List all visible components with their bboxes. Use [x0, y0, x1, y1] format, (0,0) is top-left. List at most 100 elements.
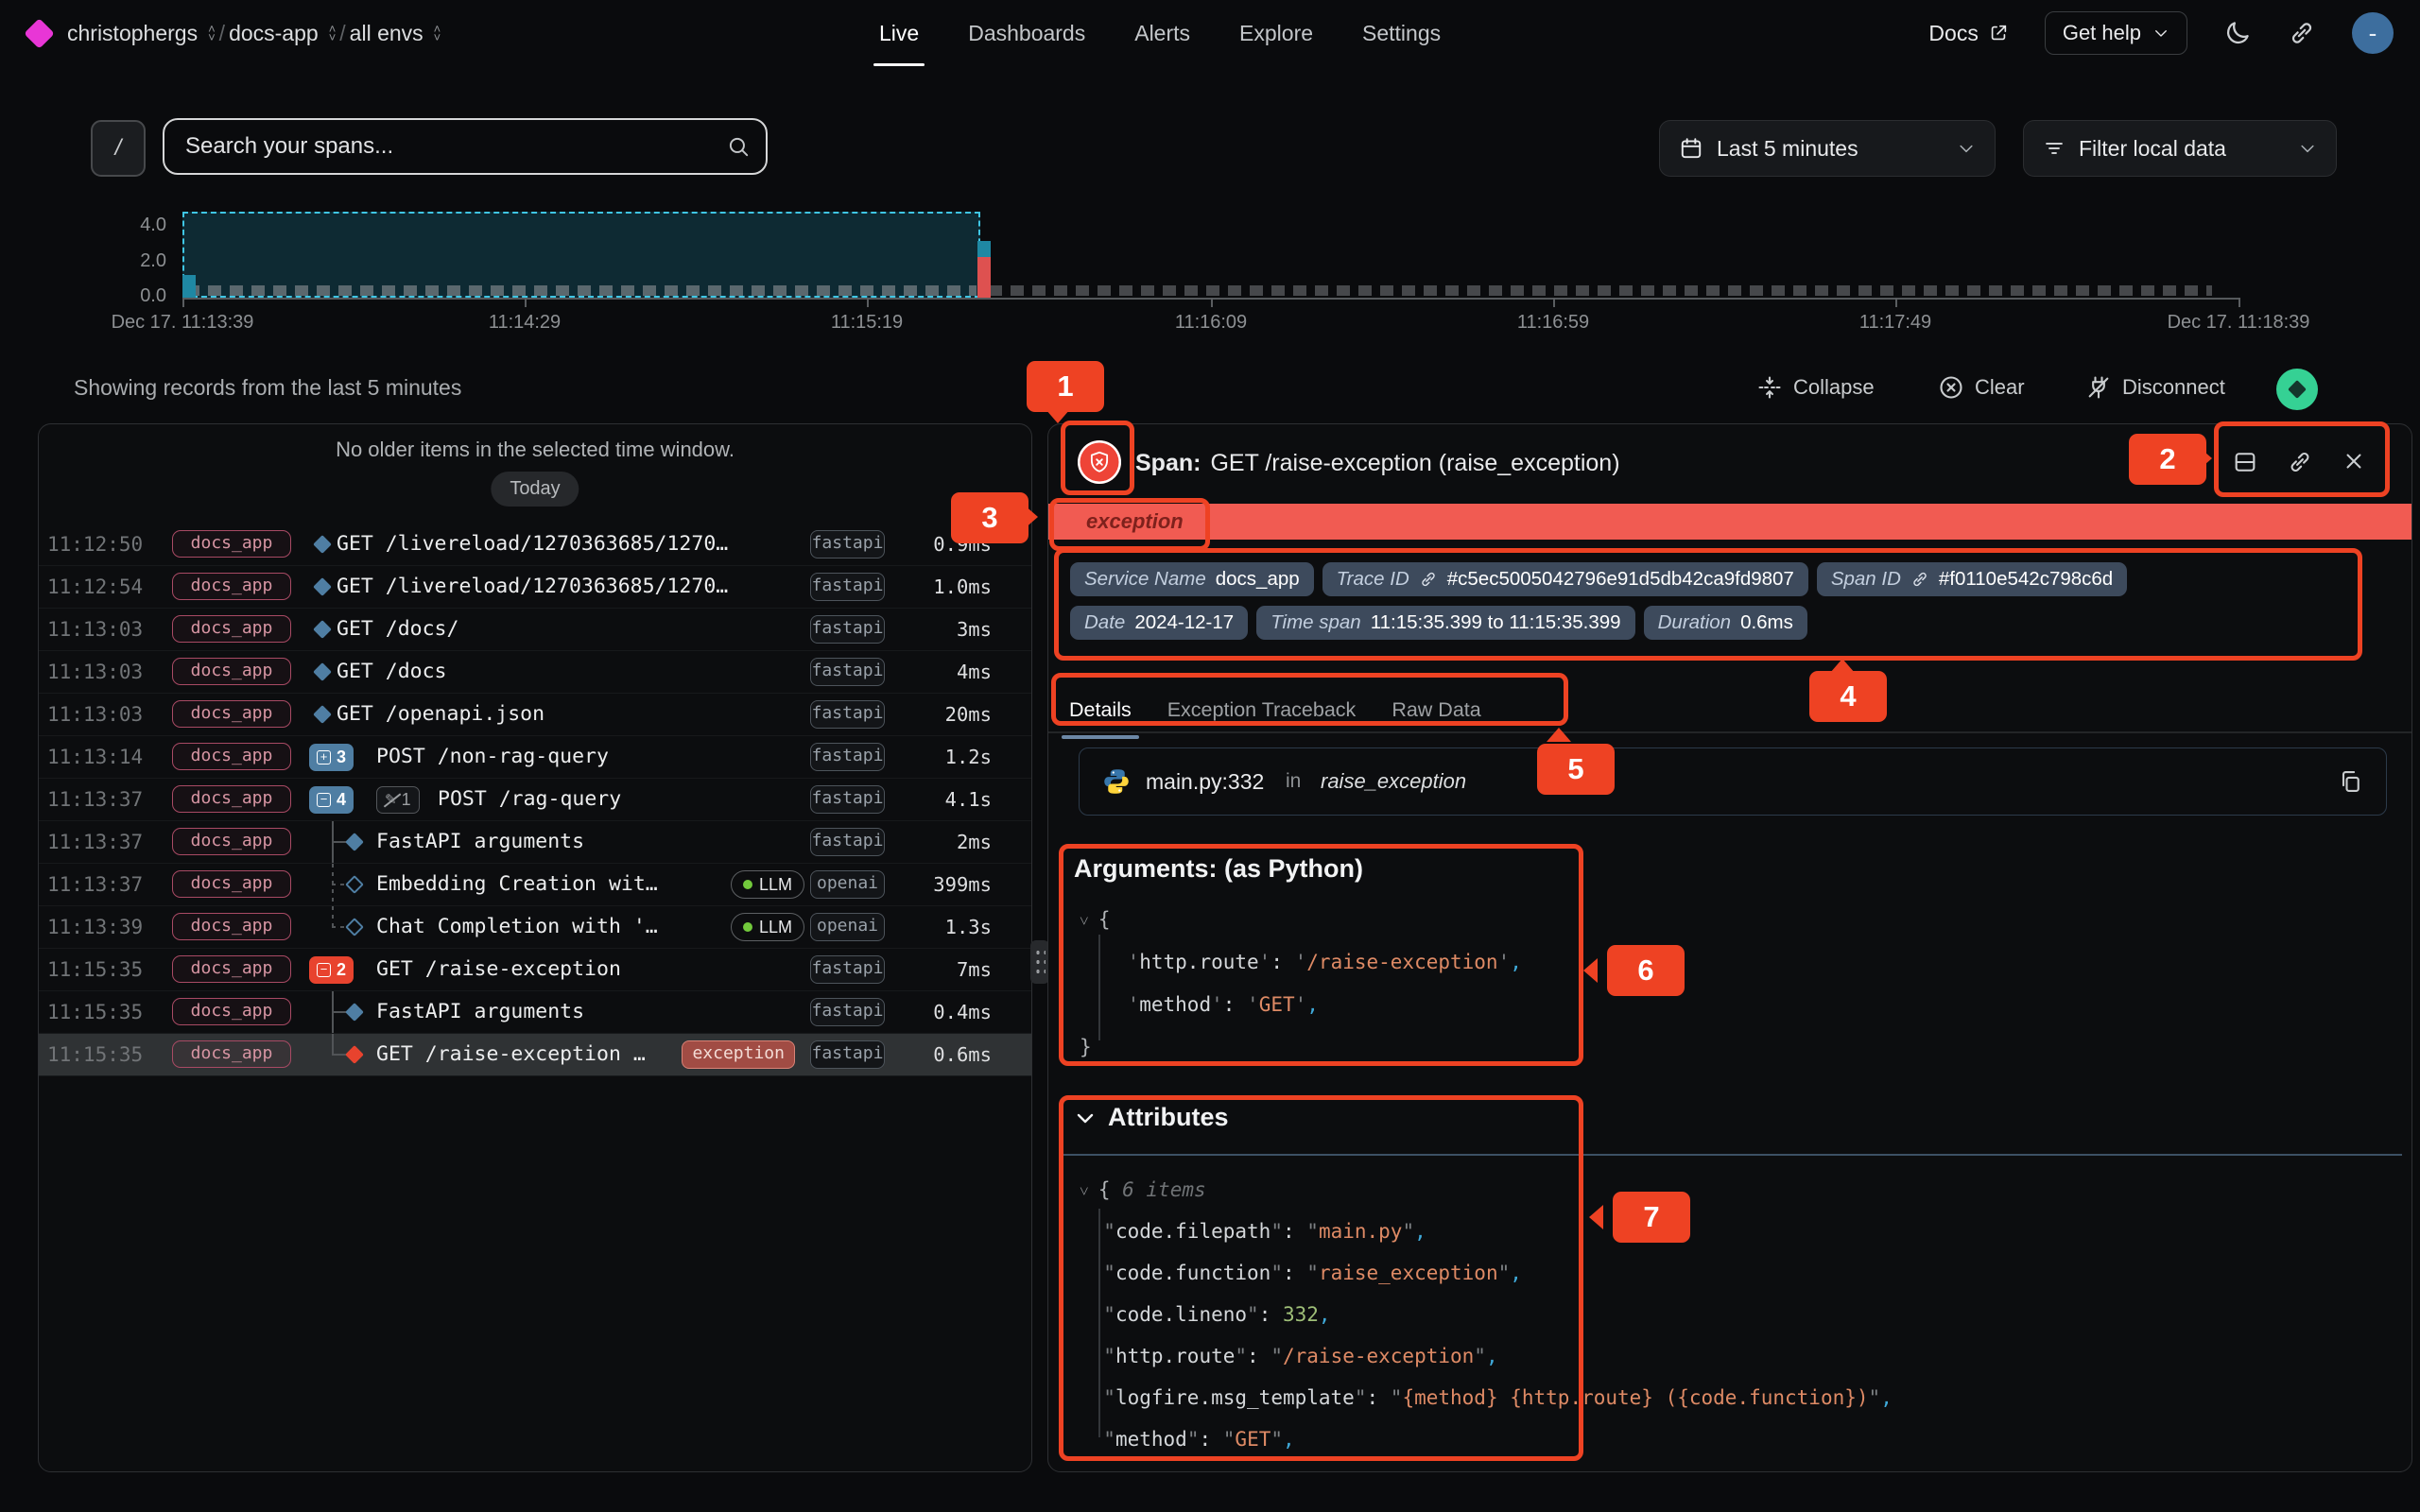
trace-row[interactable]: 11:15:35docs_appGET /raise-exception …ex… — [39, 1034, 1031, 1076]
trace-row[interactable]: 11:13:37docs_appEmbedding Creation wit…L… — [39, 864, 1031, 906]
breadcrumb-label: christophergs — [67, 21, 198, 46]
llm-dot-icon — [743, 922, 752, 932]
app-badge: docs_app — [172, 785, 291, 813]
clear-circle-x-icon — [1938, 374, 1964, 401]
code-key: code.lineno — [1115, 1303, 1247, 1326]
copy-icon[interactable] — [2337, 768, 2363, 795]
trace-row[interactable]: 11:15:35docs_appFastAPI argumentsfastapi… — [39, 991, 1031, 1034]
docs-link[interactable]: Docs — [1928, 21, 2008, 46]
tab-exception-traceback[interactable]: Exception Traceback — [1167, 696, 1357, 731]
app-badge: docs_app — [172, 700, 291, 728]
x-axis-tick — [867, 298, 869, 307]
sort-chevrons-icon: ˄˅ — [208, 25, 216, 42]
row-duration: 1.2s — [945, 736, 992, 778]
disconnect-button[interactable]: Disconnect — [2085, 367, 2225, 408]
share-link-icon[interactable] — [2288, 19, 2316, 47]
dark-mode-moon-icon[interactable] — [2223, 19, 2252, 47]
row-time: 11:12:54 — [47, 566, 143, 608]
code-value: /raise-exception — [1283, 1345, 1474, 1367]
meta-value: 0.6ms — [1740, 611, 1793, 634]
trace-row[interactable]: 11:13:03docs_appGET /docs/fastapi3ms — [39, 609, 1031, 651]
python-logo-icon — [1102, 767, 1131, 796]
live-connection-indicator[interactable] — [2276, 369, 2318, 410]
app-badge: docs_app — [172, 870, 291, 898]
trace-row[interactable]: 11:13:03docs_appGET /docsfastapi4ms — [39, 651, 1031, 694]
row-time: 11:13:03 — [47, 694, 143, 735]
nav-item-explore[interactable]: Explore — [1239, 0, 1313, 66]
collapse-icon: − — [317, 793, 331, 807]
meta-pill-span-id: Span ID#f0110e542c798c6d — [1817, 562, 2127, 596]
meta-label: Duration — [1658, 611, 1732, 634]
trace-row[interactable]: 11:12:54docs_appGET /livereload/12703636… — [39, 566, 1031, 609]
app-badge: docs_app — [172, 573, 291, 600]
diamond-blue-icon — [313, 662, 332, 681]
span-name: GET /docs/ — [337, 609, 458, 650]
close-icon[interactable] — [2342, 449, 2366, 473]
app-badge: docs_app — [172, 998, 291, 1025]
breadcrumb: christophergs˄˅/docs-app˄˅/all envs˄˅ — [67, 21, 441, 46]
code-line: ˅ { 6 items — [1080, 1169, 1893, 1211]
trace-row[interactable]: 11:13:37docs_app−4✎1POST /rag-queryfasta… — [39, 779, 1031, 821]
row-time: 11:13:37 — [47, 821, 143, 863]
row-duration: 1.0ms — [933, 566, 992, 608]
meta-label: Date — [1084, 611, 1125, 634]
nav-item-settings[interactable]: Settings — [1362, 0, 1441, 66]
x-axis-label: 11:16:59 — [1402, 312, 1704, 334]
avatar[interactable]: - — [2352, 12, 2394, 54]
link-icon — [1419, 570, 1438, 589]
instrumentation-badge: openai — [810, 870, 885, 899]
x-axis-label: 11:17:49 — [1744, 312, 2047, 334]
collapse-icon — [1756, 374, 1783, 401]
diamond-blue-icon — [345, 833, 364, 851]
llm-label: LLM — [759, 875, 792, 895]
span-count-badge[interactable]: −4 — [309, 786, 354, 814]
row-time: 11:13:14 — [47, 736, 143, 778]
copy-link-icon[interactable] — [2287, 449, 2313, 475]
instrumentation-badge: fastapi — [810, 1040, 885, 1069]
span-count-badge[interactable]: +3 — [309, 744, 354, 771]
tab-raw-data[interactable]: Raw Data — [1392, 696, 1480, 731]
app-badge: docs_app — [172, 658, 291, 685]
row-time: 11:13:39 — [47, 906, 143, 948]
breadcrumb-item[interactable]: christophergs ˄˅ — [67, 21, 216, 46]
breadcrumb-item[interactable]: docs-app˄˅ — [229, 21, 336, 46]
split-panel-icon[interactable] — [2232, 449, 2258, 475]
annotation-pointer-1 — [1046, 409, 1070, 423]
collapse-button[interactable]: Collapse — [1756, 367, 1875, 408]
attributes-heading[interactable]: Attributes — [1074, 1103, 1229, 1132]
chevron-down-icon — [2152, 25, 2169, 42]
trace-row[interactable]: 11:13:03docs_appGET /openapi.jsonfastapi… — [39, 694, 1031, 736]
app-badge: docs_app — [172, 743, 291, 770]
trace-row[interactable]: 11:13:39docs_appChat Completion with '…L… — [39, 906, 1031, 949]
clear-button[interactable]: Clear — [1938, 367, 2025, 408]
instrumentation-badge: openai — [810, 913, 885, 941]
scrubbed-badge: ✎1 — [376, 786, 420, 814]
tab-details[interactable]: Details — [1069, 696, 1132, 731]
topbar-right: Docs Get help - — [1928, 0, 2394, 66]
nav-item-live[interactable]: Live — [879, 0, 919, 66]
nav-item-dashboards[interactable]: Dashboards — [968, 0, 1085, 66]
today-chip[interactable]: Today — [491, 472, 579, 507]
panel-resize-handle[interactable] — [1030, 940, 1049, 984]
span-name: FastAPI arguments — [376, 991, 584, 1033]
trace-row[interactable]: 11:15:35docs_app−2GET /raise-exceptionfa… — [39, 949, 1031, 991]
span-count-badge[interactable]: −2 — [309, 956, 354, 984]
nav-item-alerts[interactable]: Alerts — [1134, 0, 1190, 66]
meta-pill-service-name: Service Namedocs_app — [1070, 562, 1314, 596]
meta-value: docs_app — [1216, 568, 1300, 591]
trace-row[interactable]: 11:12:50docs_appGET /livereload/12703636… — [39, 524, 1031, 566]
code-line: "http.route": "/raise-exception", — [1080, 1335, 1893, 1377]
y-axis-label: 2.0 — [110, 250, 166, 272]
chart-bar — [182, 275, 196, 298]
get-help-button[interactable]: Get help — [2045, 11, 2187, 55]
llm-badge: LLM — [731, 913, 804, 941]
trace-row[interactable]: 11:13:37docs_appFastAPI argumentsfastapi… — [39, 821, 1031, 864]
logfire-logo-icon[interactable] — [24, 18, 55, 49]
instrumentation-badge: fastapi — [810, 743, 885, 771]
code-location: main.py:332 in raise_exception — [1079, 747, 2387, 816]
trace-row[interactable]: 11:13:14docs_app+3POST /non-rag-queryfas… — [39, 736, 1031, 779]
scrub-count: 1 — [402, 790, 411, 810]
row-time: 11:12:50 — [47, 524, 143, 565]
breadcrumb-item[interactable]: all envs˄˅ — [350, 21, 441, 46]
app-badge: docs_app — [172, 828, 291, 855]
